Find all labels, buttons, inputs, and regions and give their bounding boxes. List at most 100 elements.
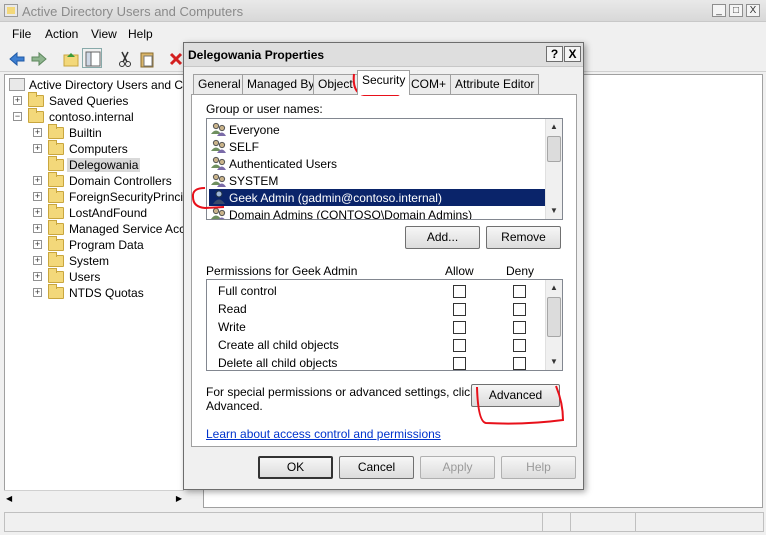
allow-checkbox[interactable] <box>453 357 466 370</box>
allow-checkbox[interactable] <box>453 285 466 298</box>
properties-dialog: Delegowania Properties ? X General Manag… <box>183 42 584 490</box>
deny-checkbox[interactable] <box>513 303 526 316</box>
deny-checkbox[interactable] <box>513 357 526 370</box>
group-icon <box>211 139 226 153</box>
menu-bar: File Action View Help <box>0 22 766 44</box>
user-list-item[interactable]: Domain Admins (CONTOSO\Domain Admins) <box>209 206 545 219</box>
deny-checkbox[interactable] <box>513 321 526 334</box>
expand-icon[interactable]: + <box>33 240 42 249</box>
permission-label: Write <box>218 320 246 334</box>
folder-icon <box>48 156 64 171</box>
paste-icon[interactable] <box>136 48 156 68</box>
group-icon <box>211 173 226 187</box>
folder-icon <box>48 220 64 235</box>
tree-item-label: Managed Service Accou <box>69 222 183 236</box>
user-list-item[interactable]: Geek Admin (gadmin@contoso.internal) <box>209 189 545 206</box>
expand-icon[interactable]: + <box>33 176 42 185</box>
back-arrow-icon[interactable] <box>6 48 26 68</box>
expand-icon[interactable]: + <box>33 128 42 137</box>
tree-item-label: Delegowania <box>67 158 141 172</box>
ok-button[interactable]: OK <box>258 456 333 479</box>
user-list-scrollbar[interactable]: ▲ ▼ <box>545 119 562 219</box>
expand-icon[interactable]: + <box>13 96 22 105</box>
console-tree-icon[interactable] <box>82 48 102 68</box>
collapse-icon[interactable]: − <box>13 112 22 121</box>
up-folder-icon[interactable] <box>60 48 80 68</box>
tab-object[interactable]: Object <box>313 74 358 94</box>
permissions-scrollbar[interactable]: ▲ ▼ <box>545 280 562 370</box>
scroll-up-arrow-icon[interactable]: ▲ <box>546 280 562 296</box>
user-name: SELF <box>229 140 260 154</box>
dialog-close-button[interactable]: X <box>564 46 581 62</box>
expand-icon[interactable]: + <box>33 208 42 217</box>
tree-root-label: Active Directory Users and Com <box>29 78 184 92</box>
scroll-down-arrow-icon[interactable]: ▼ <box>546 203 562 219</box>
delete-icon[interactable] <box>165 48 185 68</box>
user-list[interactable]: Everyone SELF Authenticated Users SYSTEM Gee… <box>206 118 563 220</box>
aduc-icon <box>9 78 25 91</box>
user-list-item[interactable]: SYSTEM <box>209 172 545 189</box>
group-icon <box>211 156 226 170</box>
allow-checkbox[interactable] <box>453 321 466 334</box>
folder-icon <box>48 188 64 203</box>
forward-arrow-icon[interactable] <box>28 48 48 68</box>
cancel-button[interactable]: Cancel <box>339 456 414 479</box>
menu-file[interactable]: File <box>12 27 31 41</box>
expand-icon[interactable]: + <box>33 192 42 201</box>
permission-label: Create all child objects <box>218 338 339 352</box>
tree-item-label: ForeignSecurityPrincipal <box>69 190 184 204</box>
access-control-help-link[interactable]: Learn about access control and permissio… <box>206 427 441 441</box>
folder-icon <box>48 236 64 251</box>
apply-button[interactable]: Apply <box>420 456 495 479</box>
remove-button[interactable]: Remove <box>486 226 561 249</box>
tree-item-label: Computers <box>69 142 128 156</box>
tab-managed-by[interactable]: Managed By <box>242 74 320 94</box>
deny-checkbox[interactable] <box>513 339 526 352</box>
minimize-button[interactable]: _ <box>712 4 726 17</box>
security-panel: Group or user names: Everyone SELF Authent… <box>191 94 577 447</box>
app-icon <box>4 4 18 17</box>
console-tree: Active Directory Users and Com + Saved Qu… <box>4 74 184 506</box>
help-button[interactable]: ? <box>546 46 563 62</box>
scroll-up-arrow-icon[interactable]: ▲ <box>546 119 562 135</box>
user-name: Everyone <box>229 123 280 137</box>
user-list-item[interactable]: Everyone <box>209 121 545 138</box>
permission-label: Full control <box>218 284 277 298</box>
expand-icon[interactable]: + <box>33 256 42 265</box>
status-bar <box>4 512 764 532</box>
tree-item-label: Saved Queries <box>49 94 129 108</box>
tree-item-label: contoso.internal <box>49 110 134 124</box>
tab-attribute-editor[interactable]: Attribute Editor <box>450 74 540 94</box>
help-bottom-button[interactable]: Help <box>501 456 576 479</box>
tree-item-label: Domain Controllers <box>69 174 172 188</box>
expand-icon[interactable]: + <box>33 224 42 233</box>
menu-action[interactable]: Action <box>45 27 78 41</box>
user-list-item[interactable]: Authenticated Users <box>209 155 545 172</box>
deny-checkbox[interactable] <box>513 285 526 298</box>
allow-checkbox[interactable] <box>453 339 466 352</box>
tab-com-plus[interactable]: COM+ <box>406 74 452 94</box>
folder-icon <box>48 172 64 187</box>
scroll-right-arrow-icon[interactable]: ▶ <box>176 494 182 503</box>
maximize-button[interactable]: □ <box>729 4 743 17</box>
allow-checkbox[interactable] <box>453 303 466 316</box>
tab-security[interactable]: Security <box>357 70 411 95</box>
scroll-down-arrow-icon[interactable]: ▼ <box>546 354 562 370</box>
add-button[interactable]: Add... <box>405 226 480 249</box>
expand-icon[interactable]: + <box>33 272 42 281</box>
menu-help[interactable]: Help <box>128 27 153 41</box>
tree-item-label: Users <box>69 270 101 284</box>
permission-label: Read <box>218 302 247 316</box>
menu-view[interactable]: View <box>91 27 117 41</box>
tree-item-label: LostAndFound <box>69 206 148 220</box>
close-window-button[interactable]: X <box>746 4 760 17</box>
tab-general[interactable]: General <box>193 74 246 94</box>
expand-icon[interactable]: + <box>33 144 42 153</box>
advanced-button[interactable]: Advanced <box>471 384 560 407</box>
tree-item-label: Program Data <box>69 238 144 252</box>
tree-horizontal-scrollbar[interactable]: ◀ ▶ <box>4 490 184 506</box>
expand-icon[interactable]: + <box>33 288 42 297</box>
cut-icon[interactable] <box>114 48 134 68</box>
user-list-item[interactable]: SELF <box>209 138 545 155</box>
scroll-left-arrow-icon[interactable]: ◀ <box>6 494 12 503</box>
